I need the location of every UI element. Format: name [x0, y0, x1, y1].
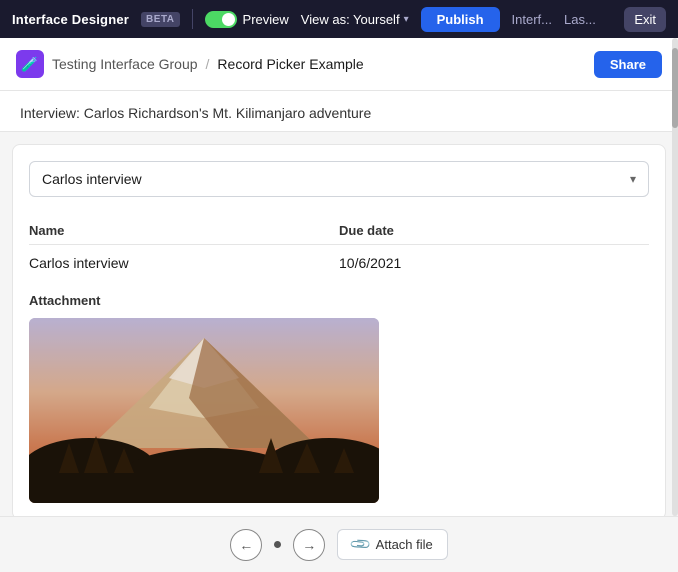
app-title: Interface Designer [12, 12, 129, 27]
publish-button[interactable]: Publish [421, 7, 500, 32]
attach-icon: 📎 [349, 532, 373, 556]
bottom-bar: ← → 📎 Attach file [0, 516, 678, 572]
breadcrumb-page: Record Picker Example [217, 56, 363, 72]
record-header: Interview: Carlos Richardson's Mt. Kilim… [0, 91, 678, 132]
exit-button[interactable]: Exit [624, 7, 666, 32]
due-date-value: 10/6/2021 [339, 253, 649, 273]
prev-button[interactable]: ← [230, 529, 262, 561]
fields-grid: Name Carlos interview Due date 10/6/2021 [29, 217, 649, 273]
share-button[interactable]: Share [594, 51, 662, 78]
view-as-chevron-icon: ▾ [404, 14, 409, 25]
preview-toggle[interactable]: Preview [205, 11, 289, 28]
app-icon: 🧪 [16, 50, 44, 78]
breadcrumb-separator: / [206, 56, 210, 72]
toggle-knob [222, 13, 235, 26]
las-label: Las... [564, 12, 596, 27]
next-icon: → [302, 537, 316, 553]
name-column: Name Carlos interview [29, 217, 339, 273]
record-header-text: Interview: Carlos Richardson's Mt. Kilim… [20, 105, 371, 121]
record-picker-value: Carlos interview [42, 171, 142, 187]
preview-label: Preview [243, 12, 289, 27]
view-as-label: View as: Yourself [301, 12, 400, 27]
record-picker-chevron-icon: ▾ [630, 172, 636, 186]
breadcrumb-row: 🧪 Testing Interface Group / Record Picke… [0, 38, 678, 91]
attachment-image [29, 318, 379, 503]
attachment-label: Attachment [29, 293, 649, 308]
name-value: Carlos interview [29, 253, 339, 273]
scrollbar-thumb[interactable] [672, 48, 678, 128]
interf-label: Interf... [512, 12, 552, 27]
record-picker-dropdown[interactable]: Carlos interview ▾ [29, 161, 649, 197]
mountain-svg [29, 318, 379, 503]
next-button[interactable]: → [293, 529, 325, 561]
name-header: Name [29, 217, 339, 245]
main-content: Carlos interview ▾ Name Carlos interview… [12, 144, 666, 520]
due-date-column: Due date 10/6/2021 [339, 217, 649, 273]
beta-badge: BETA [141, 12, 179, 27]
prev-icon: ← [239, 537, 253, 553]
nav-divider [192, 9, 193, 29]
due-date-header: Due date [339, 217, 649, 245]
preview-toggle-switch[interactable] [205, 11, 237, 28]
attach-file-label: Attach file [376, 537, 433, 552]
scrollbar[interactable] [672, 38, 678, 516]
breadcrumb-group[interactable]: Testing Interface Group [52, 56, 198, 72]
view-as-selector[interactable]: View as: Yourself ▾ [301, 12, 409, 27]
attach-file-button[interactable]: 📎 Attach file [337, 529, 448, 560]
top-nav-bar: Interface Designer BETA Preview View as:… [0, 0, 678, 38]
app-icon-glyph: 🧪 [21, 56, 38, 73]
pagination-dot [274, 541, 281, 548]
